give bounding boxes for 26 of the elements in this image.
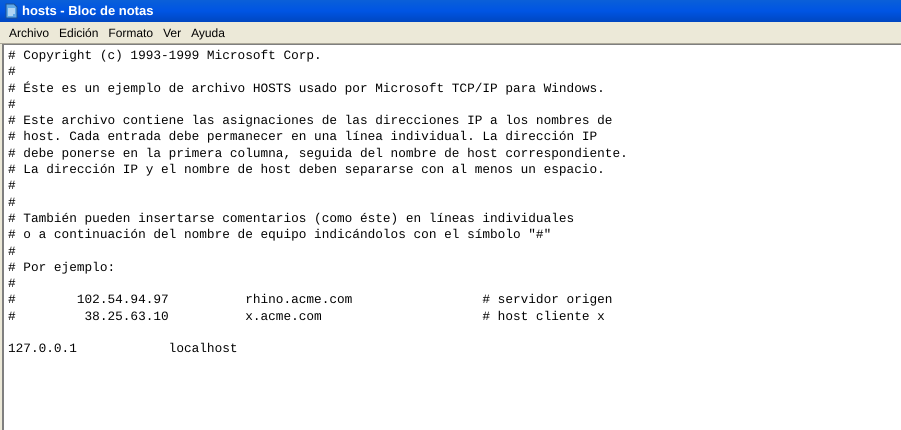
- text-line: # 102.54.94.97 rhino.acme.com # servidor origen: [8, 292, 612, 309]
- text-line: #: [8, 244, 16, 260]
- menu-item[interactable]: Formato: [103, 24, 158, 42]
- notepad-icon: [4, 3, 18, 19]
- text-line: #: [8, 96, 16, 114]
- menu-item[interactable]: Archivo: [4, 24, 54, 42]
- text-line: 127.0.0.1 localhost: [8, 341, 238, 358]
- text-line: # 38.25.63.10 x.acme.com # host cliente x: [8, 308, 605, 326]
- text-line: # La dirección IP y el nombre de host deben separarse con al menos un espacio.: [8, 162, 605, 178]
- text-area[interactable]: [2, 44, 901, 430]
- menu-item[interactable]: Ver: [158, 24, 186, 42]
- text-line: # Por ejemplo:: [8, 260, 116, 276]
- text-line: # También pueden insertarse comentarios (como éste) en líneas individuales: [8, 210, 574, 228]
- menu-item[interactable]: Edición: [54, 24, 104, 42]
- text-line: # host. Cada entrada debe permanecer en una línea individual. La dirección IP: [8, 129, 598, 146]
- text-line: # debe ponerse en la primera columna, seguida del nombre de host correspondiente.: [8, 146, 628, 162]
- text-line: #: [8, 64, 16, 81]
- text-line: # Este archivo contiene las asignaciones de las direcciones IP a los nombres de: [8, 113, 612, 130]
- text-line: #: [8, 194, 16, 211]
- text-line: # o a continuación del nombre de equipo indicándolos con el símbolo "#": [8, 227, 552, 244]
- text-line: # Copyright (c) 1993-1999 Microsoft Corp.: [8, 48, 322, 64]
- text-line: # Éste es un ejemplo de archivo HOSTS usado por Microsoft TCP/IP para Windows.: [8, 80, 605, 97]
- menu-item[interactable]: Ayuda: [186, 24, 230, 42]
- window-title: hosts - Bloc de notas: [22, 2, 154, 20]
- text-line: #: [8, 178, 16, 195]
- text-line: #: [8, 276, 16, 292]
